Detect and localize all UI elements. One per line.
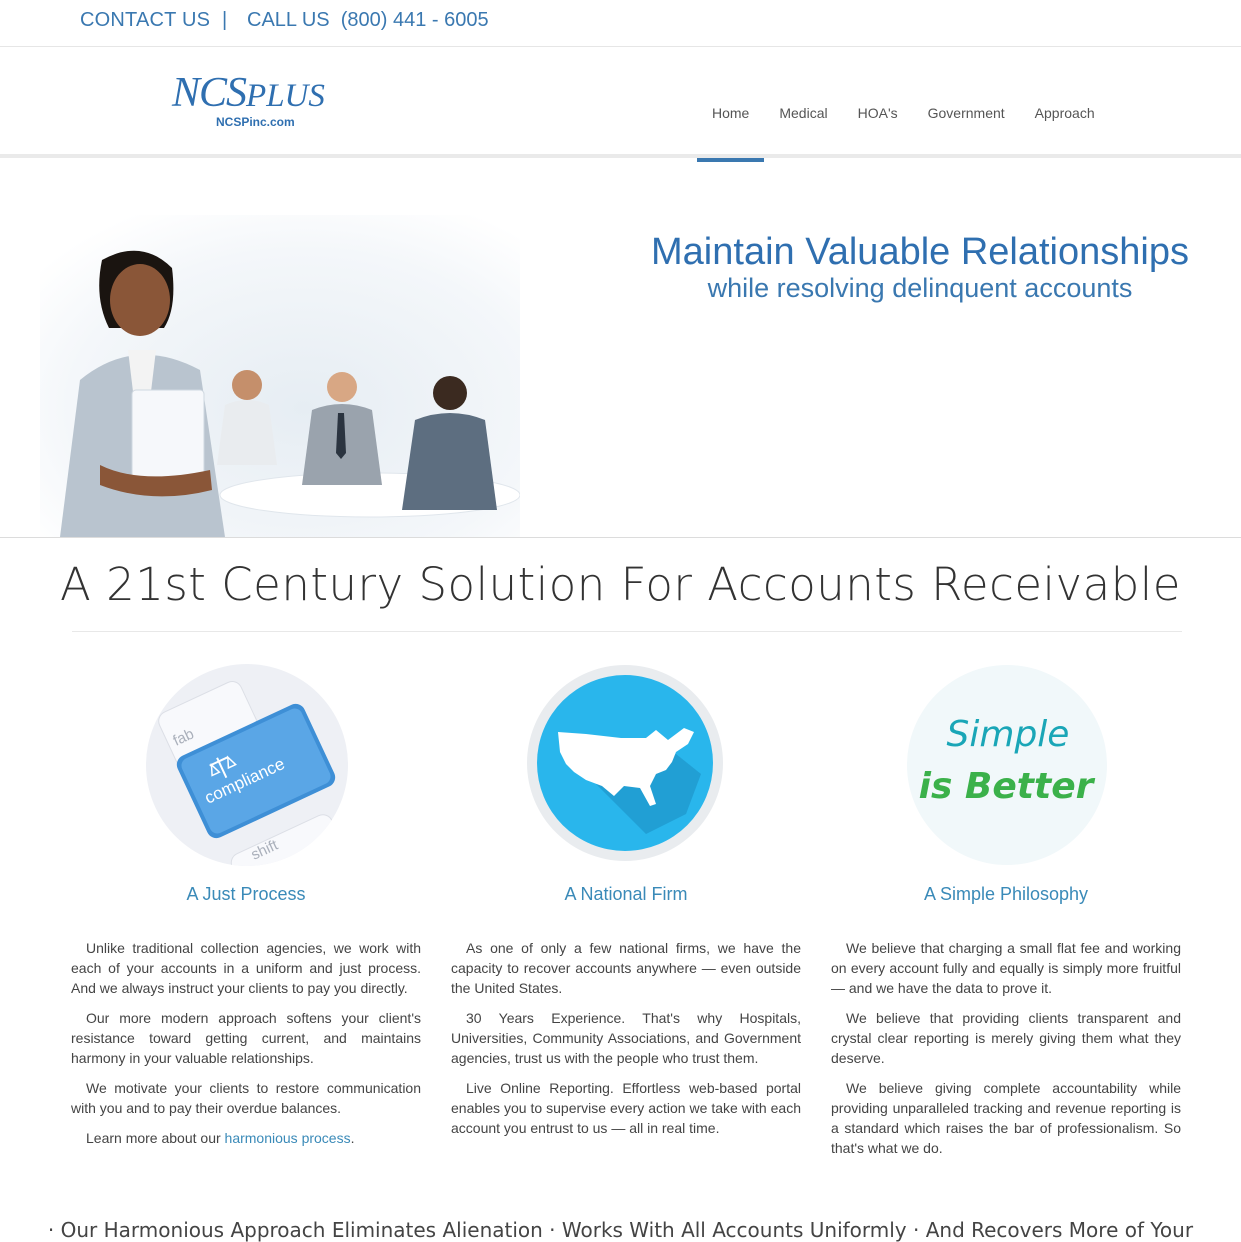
paragraph: Our more modern approach softens your cl… [71,1010,421,1066]
feature-text: Unlike traditional collection agencies, … [71,938,421,1158]
nav-government[interactable]: Government [913,48,1020,158]
site-header: NCSPLUS NCSPinc.com Home Medical HOA's G… [0,48,1241,162]
hero-headline: Maintain Valuable Relationships while re… [600,229,1240,303]
paragraph: We believe that providing clients transp… [831,1010,1181,1066]
nav-approach[interactable]: Approach [1020,48,1110,158]
feature-heading: A Just Process [186,884,306,904]
paragraph: As one of only a few national firms, we … [451,940,801,996]
hero-title: Maintain Valuable Relationships [651,231,1189,273]
contact-us-link[interactable]: CONTACT US [80,9,210,32]
hero-business-team-photo [40,215,520,537]
nav-hoas[interactable]: HOA's [843,48,913,158]
hero-divider [0,537,1241,538]
feature-heading: A Simple Philosophy [923,884,1089,904]
section-title: A 21st Century Solution For Accounts Rec… [60,558,1181,611]
paragraph: Unlike traditional collection agencies, … [71,940,421,996]
bottom-tagline: · Our Harmonious Approach Eliminates Ali… [47,1218,1194,1242]
paragraph: Live Online Reporting. Effortless web-ba… [451,1080,801,1136]
top-contact-bar: CONTACT US | CALL US (800) 441 - 6005 [0,0,1241,47]
paragraph: We motivate your clients to restore comm… [71,1080,421,1116]
feature-heading: A National Firm [564,884,688,904]
topbar-separator: | [222,9,228,31]
call-us-phone-link[interactable]: CALL US (800) 441 - 6005 [247,9,489,32]
logo-domain: NCSPinc.com [216,115,295,129]
site-logo[interactable]: NCSPLUS NCSPinc.com [172,70,325,129]
learn-more-line: Learn more about our harmonious process. [86,1130,355,1146]
is-better-text: is Better [919,766,1096,807]
compliance-key-image: fab compliance shift [146,664,348,866]
paragraph: We believe giving complete accountabilit… [831,1080,1181,1156]
feature-text: As one of only a few national firms, we … [451,938,801,1148]
section-divider [72,631,1182,632]
nav-medical[interactable]: Medical [764,48,842,158]
main-nav: Home Medical HOA's Government Approach [697,48,1110,162]
nav-home[interactable]: Home [697,48,765,162]
simple-text: Simple [947,714,1070,755]
simple-is-better-image: Simple is Better [906,664,1108,866]
paragraph: 30 Years Experience. That's why Hospital… [451,1010,801,1066]
feature-text: We believe that charging a small flat fe… [831,938,1181,1168]
hero-subtitle: while resolving delinquent accounts [707,273,1133,303]
paragraph: We believe that charging a small flat fe… [831,940,1181,996]
logo-wordmark: NCSPLUS [172,70,325,116]
harmonious-process-link[interactable]: harmonious process [225,1130,351,1146]
us-map-image [526,664,724,862]
